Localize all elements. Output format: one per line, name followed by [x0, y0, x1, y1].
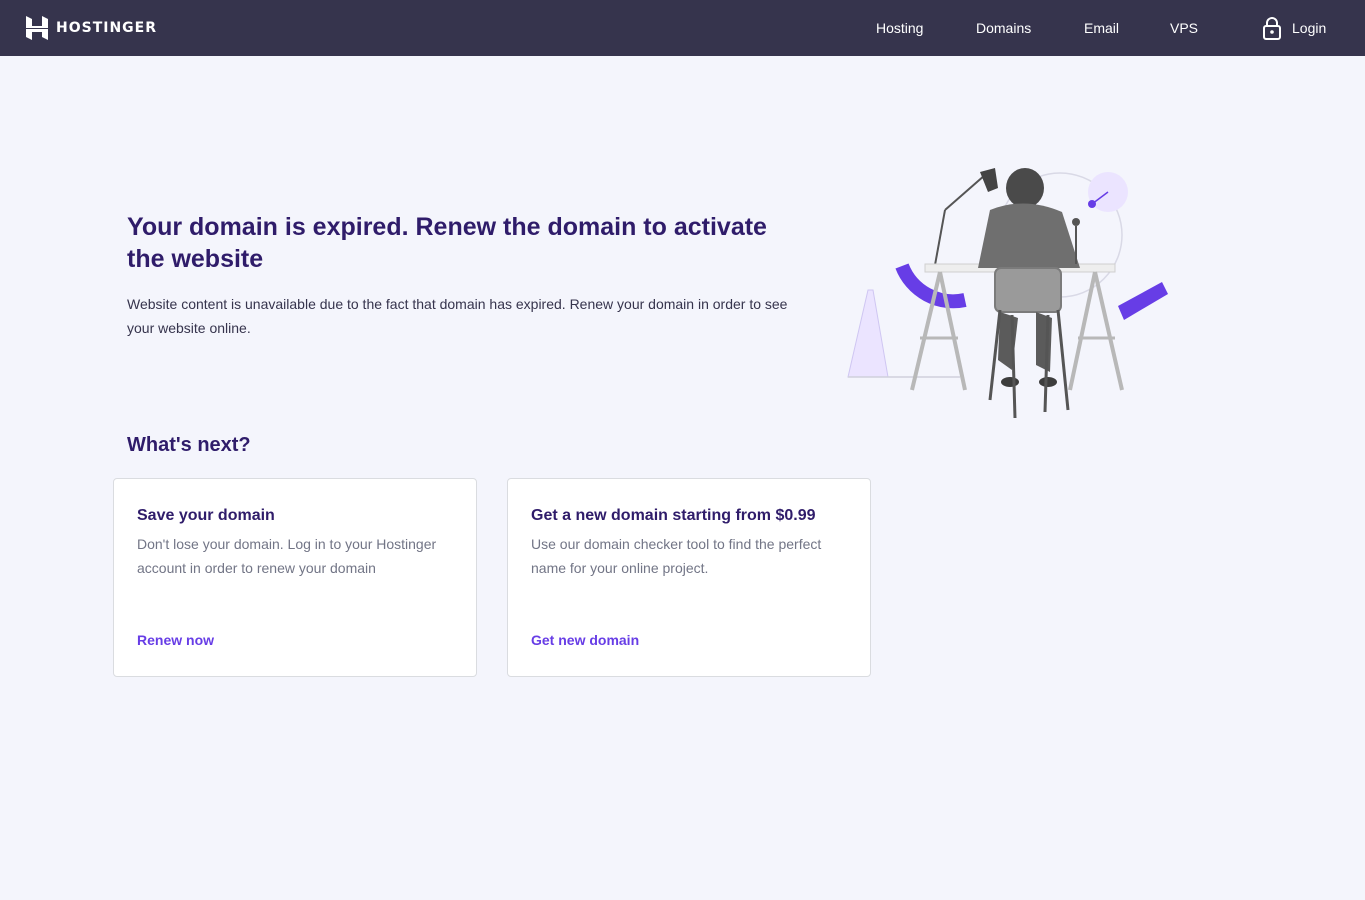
lock-icon — [1263, 17, 1281, 40]
page-title: Your domain is expired. Renew the domain… — [127, 213, 767, 273]
card-text: Don't lose your domain. Log in to your H… — [137, 536, 437, 576]
card-text: Use our domain checker tool to find the … — [531, 536, 822, 576]
person-at-desk-illustration — [847, 168, 1168, 419]
nav-hosting[interactable]: Hosting — [876, 18, 923, 38]
main-nav: Hosting Domains Email VPS — [0, 0, 1365, 56]
get-new-domain-link[interactable]: Get new domain — [531, 629, 639, 651]
login-label: Login — [1292, 20, 1327, 36]
renew-now-link[interactable]: Renew now — [137, 629, 214, 651]
nav-domains[interactable]: Domains — [976, 18, 1031, 38]
nav-vps[interactable]: VPS — [1170, 18, 1198, 38]
page-description: Website content is unavailable due to th… — [127, 296, 788, 336]
save-domain-card: Save your domain Don't lose your domain.… — [113, 478, 477, 677]
card-title: Get a new domain starting from $0.99 — [531, 507, 816, 524]
decor-bar — [1118, 282, 1168, 320]
login-button[interactable]: Login — [1262, 15, 1326, 41]
whats-next-heading: What's next? — [127, 434, 251, 456]
decor-shape — [847, 289, 889, 378]
new-domain-card: Get a new domain starting from $0.99 Use… — [507, 478, 871, 677]
card-title: Save your domain — [137, 507, 275, 524]
top-navigation-bar: HOSTINGER Hosting Domains Email VPS Logi… — [0, 0, 1365, 56]
nav-email[interactable]: Email — [1084, 18, 1119, 38]
